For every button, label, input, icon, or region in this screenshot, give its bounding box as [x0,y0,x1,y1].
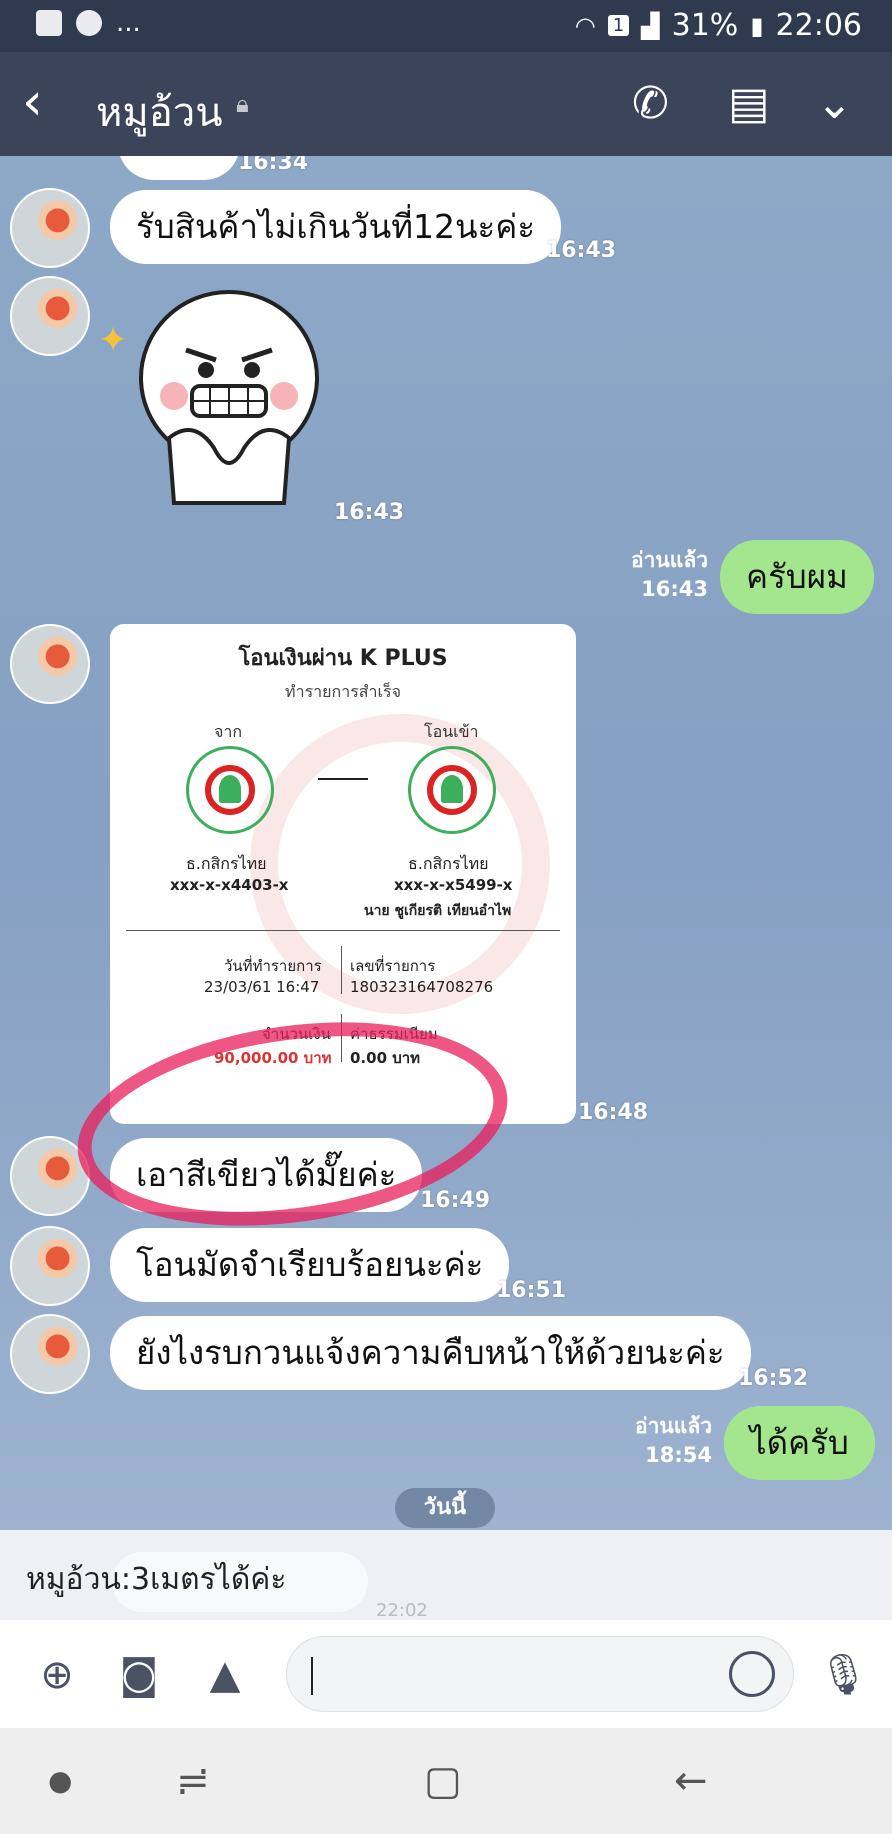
from-label: จาก [214,722,243,741]
sticker-image[interactable] [134,288,324,508]
read-label: อ่านแล้ว [635,1414,712,1438]
gallery-notification-icon [36,10,62,36]
avatar[interactable] [10,624,90,704]
message-bubble-outgoing[interactable]: ได้ครับ [724,1406,875,1480]
message-bubble[interactable]: ยังไงรบกวนแจ้งความคืบหน้าให้ด้วยนะค่ะ [110,1316,751,1390]
back-chevron-icon[interactable]: ‹ [22,76,43,128]
microphone-icon[interactable]: 🎙︎ [818,1652,869,1698]
slip-status: ทำรายการสำเร็จ [285,682,401,701]
notes-icon[interactable]: ▤ [728,78,770,129]
notification-more: ... [116,8,141,38]
home-icon[interactable]: ▢ [424,1758,462,1804]
line-notification-icon [76,10,102,36]
date-value: 23/03/61 16:47 [204,978,320,996]
to-name: นาย ชูเกียรติ เทียนอำไพ [364,903,512,919]
message-input[interactable] [286,1636,794,1712]
divider [341,946,342,994]
message-time: 16:43 [334,500,405,525]
day-separator: วันนี้ [395,1488,495,1528]
kbank-logo-icon [408,746,496,834]
avatar[interactable] [10,1226,90,1306]
ghost-time: 22:02 [376,1600,428,1621]
message-time: 18:54 [645,1443,712,1467]
ref-value: 180323164708276 [350,978,494,996]
message-time: 16:51 [496,1278,567,1303]
kbank-logo-icon [186,746,274,834]
to-account: xxx-x-x5499-x [394,876,513,894]
to-label: โอนเข้า [424,722,479,741]
status-clock: 22:06 [775,8,862,43]
avatar[interactable] [10,276,90,356]
chat-area[interactable]: 16:34 รับสินค้าไม่เกินวันที่12นะค่ะ 16:4… [0,156,892,1530]
camera-icon[interactable]: ◙ [116,1652,162,1698]
battery-level: 31% [671,8,739,43]
battery-icon: ▮ [750,11,764,40]
from-account: xxx-x-x4403-x [170,876,289,894]
recent-apps-icon[interactable]: ≓ [176,1758,210,1804]
sparkle-icon: ✦ [98,320,129,361]
arrow-right-icon [318,778,368,780]
avatar[interactable] [10,188,90,268]
to-bank: ธ.กสิกรไทย [408,854,489,873]
wifi-icon: ◠ [574,11,596,40]
status-bar: ... ◠ 1 ▟ 31% ▮ 22:06 [0,0,892,52]
chat-title: หมูอ้วน [96,90,223,136]
avatar[interactable] [10,1314,90,1394]
slip-title: โอนเงินผ่าน K PLUS [238,646,448,671]
message-preview-banner[interactable]: 22:02 หมูอ้วน:3เมตรได้ค่ะ [0,1530,892,1621]
message-time: 16:43 [641,577,708,601]
phone-icon[interactable]: ✆ [632,78,669,129]
sim-badge: 1 [607,15,630,36]
emoji-smile-icon[interactable] [729,1651,775,1697]
message-bubble[interactable]: รับสินค้าไม่เกินวันที่12นะค่ะ [110,190,562,264]
date-label: วันที่ทำรายการ [224,957,322,975]
read-receipt: อ่านแล้ว 16:43 [600,546,708,604]
divider [126,930,560,931]
ref-label: เลขที่รายการ [350,957,436,975]
message-time: 16:52 [738,1366,809,1391]
read-receipt: อ่านแล้ว 18:54 [604,1412,712,1470]
lock-icon: 🔒︎ [236,90,249,118]
plus-circle-icon[interactable]: ⊕ [34,1652,80,1698]
message-time: 16:49 [420,1188,491,1213]
nav-dot-icon[interactable]: ● [48,1764,72,1797]
read-label: อ่านแล้ว [631,548,708,572]
signal-icon: ▟ [641,11,660,40]
text-caret [311,1657,313,1695]
message-bubble[interactable]: โอนมัดจำเรียบร้อยนะค่ะ [110,1228,510,1302]
system-nav-bar: ● ≓ ▢ ← [0,1728,892,1834]
image-icon[interactable]: ▲ [202,1652,248,1698]
input-bar: ⊕ ◙ ▲ 🎙︎ [0,1620,892,1728]
message-time: 16:34 [238,156,309,175]
message-time: 16:48 [578,1100,649,1125]
preview-text: หมูอ้วน:3เมตรได้ค่ะ [26,1562,287,1597]
message-bubble-outgoing[interactable]: ครับผม [720,540,874,614]
chat-header: ‹ หมูอ้วน 🔒︎ ✆ ▤ ⌄ [0,52,892,156]
from-bank: ธ.กสิกรไทย [186,854,267,873]
message-bubble-partial[interactable] [118,156,240,180]
chevron-down-icon[interactable]: ⌄ [816,78,853,129]
message-time: 16:43 [546,238,617,263]
back-arrow-icon[interactable]: ← [674,1758,708,1804]
